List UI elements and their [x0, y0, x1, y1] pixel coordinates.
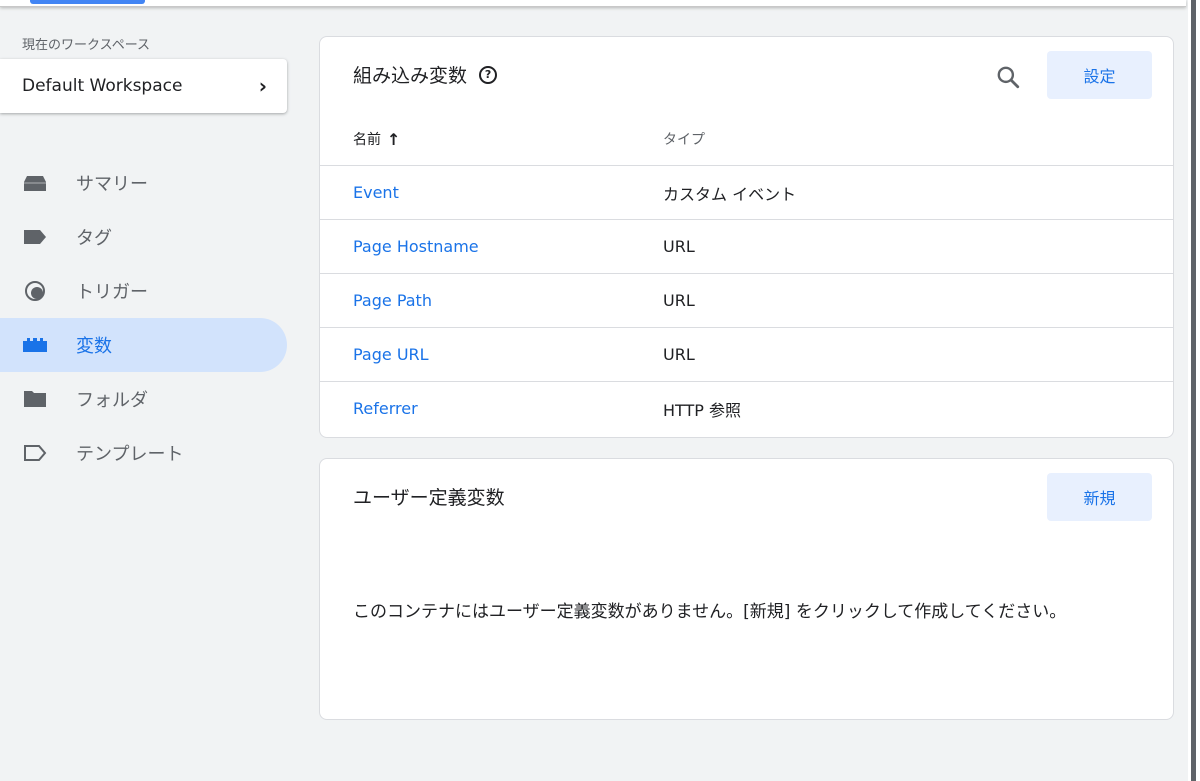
column-header-type[interactable]: タイプ	[663, 129, 705, 149]
chevron-right-icon: ›	[258, 74, 267, 98]
trigger-icon	[22, 278, 48, 304]
table-row[interactable]: Referrer HTTP 参照	[320, 381, 1173, 435]
sidebar-item-tags[interactable]: タグ	[0, 210, 287, 264]
variables-icon	[22, 332, 48, 358]
column-header-name-label: 名前	[353, 132, 381, 148]
builtin-variables-title: 組み込み変数	[353, 65, 468, 87]
sidebar-item-label: トリガー	[76, 282, 148, 303]
sidebar-item-summary[interactable]: サマリー	[0, 156, 287, 210]
tag-icon	[22, 224, 48, 250]
sidebar-item-variables[interactable]: 変数	[0, 318, 287, 372]
column-header-name[interactable]: 名前 ↑	[353, 129, 400, 149]
sidebar-item-templates[interactable]: テンプレート	[0, 426, 287, 480]
table-row[interactable]: Page Hostname URL	[320, 219, 1173, 273]
variable-name-link[interactable]: Page Path	[353, 291, 432, 310]
workspace-name: Default Workspace	[22, 76, 183, 96]
variable-type: URL	[663, 237, 695, 256]
sidebar-nav: サマリー タグ トリガー 変数 フォルダ テンプレート	[0, 156, 300, 480]
search-icon	[997, 66, 1020, 89]
user-variables-card: ユーザー定義変数 新規 このコンテナにはユーザー定義変数がありません。[新規] …	[319, 458, 1174, 720]
scrollbar[interactable]	[1188, 0, 1200, 781]
table-row[interactable]: Event カスタム イベント	[320, 165, 1173, 219]
active-tab-indicator	[30, 0, 145, 4]
sidebar-item-folders[interactable]: フォルダ	[0, 372, 287, 426]
variable-type: カスタム イベント	[663, 184, 797, 204]
builtin-variables-card: 組み込み変数 ? 設定 名前 ↑ タイプ Event カスタム イベント Pag…	[319, 36, 1174, 438]
variable-name-link[interactable]: Event	[353, 183, 399, 202]
sidebar-item-label: サマリー	[76, 174, 148, 195]
variable-type: HTTP 参照	[663, 400, 742, 420]
help-icon[interactable]: ?	[479, 65, 498, 84]
folder-icon	[22, 386, 48, 412]
table-row[interactable]: Page Path URL	[320, 273, 1173, 327]
sidebar-item-label: フォルダ	[76, 390, 148, 411]
scrollbar-thumb[interactable]	[1191, 0, 1196, 781]
sidebar-item-label: 変数	[76, 336, 112, 357]
variable-name-link[interactable]: Referrer	[353, 399, 418, 418]
settings-button[interactable]: 設定	[1047, 51, 1152, 99]
top-app-bar	[0, 0, 1186, 7]
sidebar-item-label: タグ	[76, 228, 112, 249]
workspace-selector[interactable]: Default Workspace ›	[0, 59, 287, 113]
sidebar: 現在のワークスペース Default Workspace › サマリー タグ ト…	[0, 7, 300, 781]
variable-name-link[interactable]: Page URL	[353, 345, 429, 364]
template-icon	[22, 440, 48, 466]
sidebar-item-triggers[interactable]: トリガー	[0, 264, 287, 318]
workspace-label: 現在のワークスペース	[22, 38, 151, 53]
card-title: 組み込み変数 ?	[353, 61, 498, 88]
variable-type: URL	[663, 345, 695, 364]
sort-ascending-icon: ↑	[387, 129, 401, 149]
empty-state-message: このコンテナにはユーザー定義変数がありません。[新規] をクリックして作成してく…	[353, 602, 1067, 622]
variable-name-link[interactable]: Page Hostname	[353, 237, 479, 256]
sidebar-item-label: テンプレート	[76, 444, 184, 465]
new-variable-button[interactable]: 新規	[1047, 473, 1152, 521]
search-button[interactable]	[992, 61, 1024, 93]
summary-icon	[22, 170, 48, 196]
user-variables-title: ユーザー定義変数	[353, 487, 505, 509]
table-row[interactable]: Page URL URL	[320, 327, 1173, 381]
variable-type: URL	[663, 291, 695, 310]
builtin-variables-table: Event カスタム イベント Page Hostname URL Page P…	[320, 165, 1173, 435]
